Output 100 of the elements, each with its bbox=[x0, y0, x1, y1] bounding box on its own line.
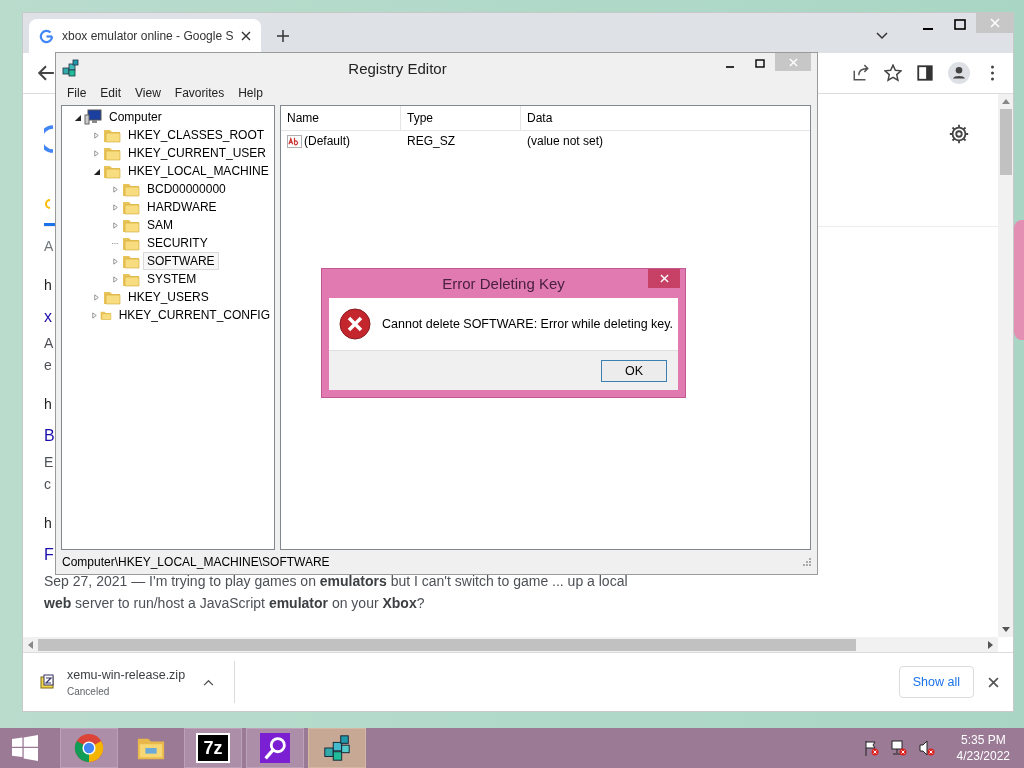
chrome-taskbar-button[interactable] bbox=[60, 728, 118, 768]
resize-grip-icon[interactable] bbox=[803, 558, 811, 566]
menu-item[interactable]: Edit bbox=[100, 86, 122, 100]
column-header[interactable]: Type bbox=[401, 106, 521, 130]
chrome-icon[interactable] bbox=[74, 733, 104, 763]
tree-item[interactable]: SOFTWARE bbox=[143, 252, 219, 270]
menu-item[interactable]: View bbox=[135, 86, 161, 100]
menu-item[interactable]: Favorites bbox=[174, 86, 225, 100]
tree-item[interactable]: HKEY_CLASSES_ROOT bbox=[124, 126, 269, 144]
expanded-arrow-icon[interactable] bbox=[92, 167, 100, 175]
side-panel-icon[interactable] bbox=[916, 64, 934, 82]
result-title[interactable]: x bbox=[44, 302, 52, 332]
collapsed-arrow-icon[interactable] bbox=[111, 185, 119, 193]
registry-taskbar-button[interactable] bbox=[308, 728, 366, 768]
tree-item[interactable]: SAM bbox=[143, 216, 177, 234]
collapsed-arrow-icon[interactable] bbox=[111, 275, 119, 283]
magnifier-icon[interactable] bbox=[260, 733, 290, 763]
back-arrow-icon[interactable] bbox=[37, 64, 55, 82]
column-header[interactable]: Data bbox=[521, 106, 810, 130]
tree-item[interactable]: HKEY_CURRENT_CONFIG bbox=[114, 306, 274, 324]
folder-icon bbox=[122, 235, 140, 251]
flag-alert-icon[interactable] bbox=[862, 740, 879, 756]
tree-item[interactable]: HKEY_CURRENT_USER bbox=[124, 144, 271, 162]
new-tab-icon[interactable] bbox=[277, 30, 290, 42]
result-url[interactable]: h bbox=[44, 512, 52, 534]
settings-icon[interactable] bbox=[948, 123, 970, 145]
ok-button[interactable]: OK bbox=[601, 359, 667, 382]
collapsed-arrow-icon[interactable] bbox=[111, 221, 119, 229]
result-stats: A bbox=[44, 237, 54, 256]
archive-file-icon bbox=[39, 674, 55, 690]
value-name[interactable]: (Default) bbox=[304, 134, 350, 148]
result-url[interactable]: h bbox=[44, 393, 52, 415]
avatar-icon[interactable] bbox=[948, 62, 970, 84]
menu-icon[interactable] bbox=[990, 65, 995, 81]
result-snippet: Sep 27, 2021 — I'm trying to play games on emulators but I can't switch to game ... up a local bbox=[44, 572, 628, 591]
collapsed-arrow-icon[interactable] bbox=[111, 203, 119, 211]
column-header[interactable]: Name bbox=[281, 106, 401, 130]
result-title[interactable]: B bbox=[44, 421, 55, 451]
folder-icon bbox=[122, 217, 140, 233]
result-url[interactable]: h bbox=[44, 274, 52, 296]
collapsed-arrow-icon[interactable] bbox=[111, 257, 119, 265]
scroll-down-arrow-icon[interactable] bbox=[1001, 627, 1010, 632]
speaker-muted-icon[interactable] bbox=[918, 740, 935, 756]
collapsed-arrow-icon[interactable] bbox=[92, 293, 100, 301]
windows-start-icon[interactable] bbox=[12, 735, 38, 761]
logo-arc-icon bbox=[44, 125, 54, 153]
chevron-up-icon[interactable] bbox=[203, 678, 214, 686]
scroll-right-arrow-icon[interactable] bbox=[988, 640, 993, 649]
tree-item[interactable]: HARDWARE bbox=[143, 198, 221, 216]
share-icon[interactable] bbox=[852, 64, 870, 82]
close-icon[interactable] bbox=[241, 31, 252, 41]
close-button[interactable] bbox=[648, 269, 680, 288]
expanded-arrow-icon[interactable] bbox=[73, 113, 81, 121]
collapsed-arrow-icon[interactable] bbox=[92, 131, 100, 139]
error-message: Cannot delete SOFTWARE: Error while deleting key. bbox=[382, 317, 674, 331]
maximize-icon[interactable] bbox=[755, 59, 765, 69]
browser-tab[interactable]: xbox emulator online - Google S bbox=[29, 19, 262, 53]
folder-icon bbox=[122, 199, 140, 215]
scroll-thumb[interactable] bbox=[999, 109, 1012, 175]
cubes-icon bbox=[62, 59, 80, 77]
window-title: Registry Editor bbox=[347, 59, 448, 77]
folder-icon bbox=[103, 127, 121, 143]
tree-item[interactable]: HKEY_USERS bbox=[124, 288, 213, 306]
collapsed-arrow-icon[interactable] bbox=[91, 311, 98, 319]
archiver-taskbar-button[interactable]: 7z bbox=[184, 728, 242, 768]
download-status: Canceled bbox=[67, 685, 111, 697]
dialog-title: Error Deleting Key bbox=[442, 275, 565, 292]
folder-icon bbox=[122, 253, 140, 269]
vertical-scrollbar[interactable] bbox=[998, 94, 1013, 637]
show-all-button[interactable]: Show all bbox=[898, 666, 974, 698]
result-snippet: e bbox=[44, 356, 52, 375]
menu-item[interactable]: Help bbox=[238, 86, 263, 100]
close-icon[interactable] bbox=[988, 676, 999, 688]
result-snippet: c bbox=[44, 475, 51, 494]
result-snippet: web server to run/host a JavaScript emulator on your Xbox? bbox=[44, 594, 425, 613]
folder-icon bbox=[103, 145, 121, 161]
tree-item[interactable]: HKEY_LOCAL_MACHINE bbox=[124, 162, 273, 180]
scroll-left-arrow-icon[interactable] bbox=[28, 640, 33, 649]
search-app-taskbar-button[interactable] bbox=[246, 728, 304, 768]
chevron-down-icon[interactable] bbox=[876, 32, 888, 40]
scroll-thumb[interactable] bbox=[38, 638, 856, 651]
horizontal-scrollbar[interactable] bbox=[23, 637, 998, 652]
menu-item[interactable]: File bbox=[67, 86, 87, 100]
star-icon[interactable] bbox=[884, 64, 902, 82]
network-alert-icon[interactable] bbox=[890, 740, 907, 756]
result-title[interactable]: F bbox=[44, 540, 54, 570]
collapsed-arrow-icon[interactable] bbox=[92, 149, 100, 157]
computer-icon bbox=[84, 109, 102, 125]
maximize-icon[interactable] bbox=[954, 19, 966, 31]
tree-item[interactable]: BCD00000000 bbox=[143, 180, 230, 198]
cubes-icon[interactable] bbox=[322, 733, 352, 763]
tree-item[interactable]: SECURITY bbox=[143, 234, 212, 252]
error-icon bbox=[339, 308, 371, 340]
string-value-icon bbox=[287, 134, 302, 148]
folder-icon bbox=[122, 271, 140, 287]
download-file-name[interactable]: xemu-win-release.zip bbox=[67, 667, 191, 682]
tree-item[interactable]: SYSTEM bbox=[143, 270, 201, 288]
tree-item[interactable]: Computer bbox=[105, 108, 166, 126]
scroll-up-arrow-icon[interactable] bbox=[1001, 99, 1010, 104]
clock[interactable]: 5:35 PM 4/23/2022 bbox=[956, 733, 1010, 763]
